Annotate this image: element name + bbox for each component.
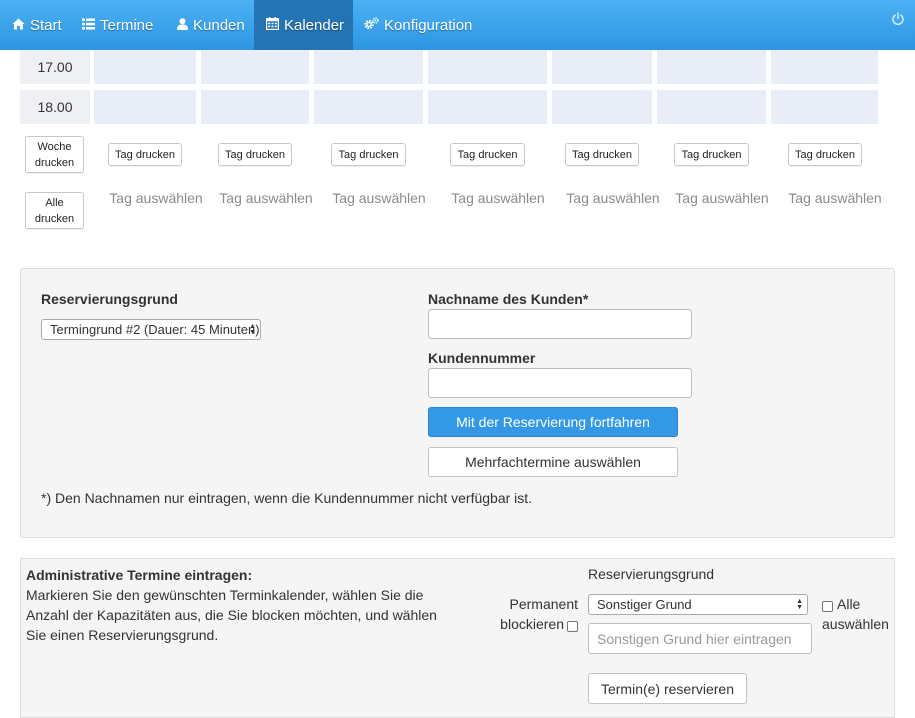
nav-konfiguration[interactable]: Konfiguration: [364, 0, 472, 50]
admin-reason-label: Reservierungsgrund: [588, 566, 715, 582]
nav-start[interactable]: Start: [12, 0, 62, 50]
home-icon: [12, 17, 25, 34]
calendar-slot[interactable]: [657, 50, 766, 84]
calendar-icon: [266, 16, 280, 34]
select-arrows-icon: ▲ ▼: [796, 597, 803, 611]
continue-reservation-button[interactable]: Mit der Reservierung fortfahren: [428, 407, 678, 437]
nav-start-label: Start: [30, 16, 62, 34]
nav-kunden[interactable]: Kunden: [177, 0, 245, 50]
user-icon: [177, 17, 188, 34]
select-all-label-1: Alle: [837, 596, 861, 612]
nav-kalender-label: Kalender: [284, 16, 345, 34]
admin-reason-select-value: Sonstiger Grund: [597, 597, 692, 612]
reserve-appointments-button[interactable]: Termin(e) reservieren: [588, 673, 747, 704]
admin-reason-select[interactable]: Sonstiger Grund ▲ ▼: [588, 594, 808, 615]
day-select-link[interactable]: Tag auswählen: [106, 189, 206, 208]
calendar-slot[interactable]: [94, 50, 196, 84]
lastname-note: *) Den Nachnamen nur eintragen, wenn die…: [41, 490, 533, 506]
other-reason-input[interactable]: [588, 623, 812, 654]
calendar-slot[interactable]: [771, 50, 878, 84]
calendar-slot[interactable]: [771, 90, 878, 124]
day-print-button[interactable]: Tag drucken: [331, 143, 406, 166]
customer-number-label: Kundennummer: [428, 350, 536, 366]
calendar-slot[interactable]: [201, 50, 309, 84]
select-arrows-icon: ▲ ▼: [249, 322, 256, 336]
time-label: 17.00: [20, 50, 90, 84]
permanent-label-2: blockieren: [500, 616, 564, 632]
calendar-slot[interactable]: [314, 50, 423, 84]
day-print-button[interactable]: Tag drucken: [565, 143, 639, 166]
day-select-link[interactable]: Tag auswählen: [448, 189, 548, 208]
day-select-link[interactable]: Tag auswählen: [216, 189, 316, 208]
nav-kunden-label: Kunden: [193, 16, 245, 34]
calendar-slot[interactable]: [314, 90, 423, 124]
power-icon[interactable]: [891, 12, 905, 26]
permanent-block-checkbox[interactable]: [567, 621, 578, 632]
multiple-appointments-button[interactable]: Mehrfachtermine auswählen: [428, 447, 678, 477]
time-label: 18.00: [20, 90, 90, 124]
calendar-slot[interactable]: [201, 90, 309, 124]
all-print-button[interactable]: Alle drucken: [25, 192, 84, 229]
cogs-icon: [364, 16, 379, 34]
nav-kalender[interactable]: Kalender: [254, 0, 353, 50]
calendar-slot[interactable]: [657, 90, 766, 124]
admin-description: Markieren Sie den gewünschten Terminkale…: [26, 587, 437, 643]
day-select-link[interactable]: Tag auswählen: [672, 189, 772, 208]
lastname-label: Nachname des Kunden*: [428, 291, 589, 307]
reason-select[interactable]: Termingrund #2 (Dauer: 45 Minuten) ▲ ▼: [41, 319, 261, 340]
day-print-button[interactable]: Tag drucken: [218, 143, 292, 166]
calendar-slot[interactable]: [552, 50, 652, 84]
nav-konfiguration-label: Konfiguration: [384, 16, 473, 34]
day-print-button[interactable]: Tag drucken: [674, 143, 749, 166]
select-all-label-2: auswählen: [822, 616, 889, 632]
week-print-button[interactable]: Woche drucken: [25, 136, 84, 173]
day-print-button[interactable]: Tag drucken: [788, 143, 862, 166]
permanent-label-1: Permanent: [509, 596, 578, 612]
admin-title: Administrative Termine eintragen:: [26, 567, 253, 583]
calendar-slot[interactable]: [428, 90, 547, 124]
admin-description-block: Administrative Termine eintragen: Markie…: [26, 565, 456, 645]
day-select-link[interactable]: Tag auswählen: [785, 189, 885, 208]
calendar-slot[interactable]: [552, 90, 652, 124]
customer-number-input[interactable]: [428, 368, 692, 398]
lastname-input[interactable]: [428, 309, 692, 339]
list-icon: [82, 17, 95, 34]
reason-select-value: Termingrund #2 (Dauer: 45 Minuten): [50, 322, 260, 337]
day-select-link[interactable]: Tag auswählen: [563, 189, 663, 208]
nav-termine[interactable]: Termine: [82, 0, 153, 50]
top-navbar: Start Termine Kunden Kalender Konfigurat…: [0, 0, 915, 50]
nav-termine-label: Termine: [100, 16, 154, 34]
day-select-link[interactable]: Tag auswählen: [329, 189, 429, 208]
calendar-slot[interactable]: [94, 90, 196, 124]
reason-label: Reservierungsgrund: [41, 291, 178, 307]
select-all-checkbox[interactable]: [822, 601, 833, 612]
day-print-button[interactable]: Tag drucken: [108, 143, 182, 166]
day-print-button[interactable]: Tag drucken: [450, 143, 525, 166]
calendar-slot[interactable]: [428, 50, 547, 84]
